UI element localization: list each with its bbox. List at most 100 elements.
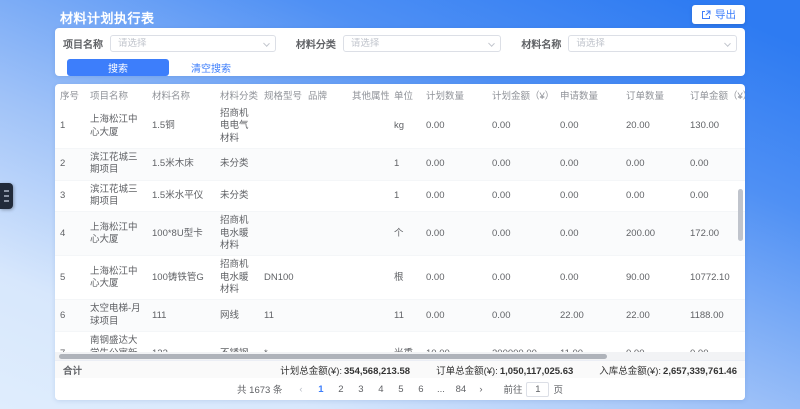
table-cell: 米重 — [389, 332, 421, 352]
table-cell — [347, 300, 389, 332]
table-cell: 0.00 — [555, 256, 621, 300]
table-cell — [259, 105, 303, 149]
table-cell: 11 — [389, 300, 421, 332]
table-cell: 0.00 — [487, 212, 555, 256]
material-filter-label: 材料名称 — [521, 36, 561, 51]
table-cell: 100*8U型卡 — [147, 212, 215, 256]
table-cell: 4 — [55, 212, 85, 256]
page-button[interactable]: 1 — [313, 382, 328, 397]
table-cell: 0.00 — [421, 149, 487, 181]
table-cell: 200000.00 — [487, 332, 555, 352]
page-button[interactable]: 5 — [393, 382, 408, 397]
table-cell: DN100 — [259, 256, 303, 300]
table-cell: 0.00 — [555, 212, 621, 256]
table-cell: 招商机电水暖材料 — [215, 212, 259, 256]
results-table-panel: 序号项目名称材料名称材料分类规格型号品牌其他属性单位计划数量计划金额（¥）申请数… — [55, 84, 745, 400]
table-cell: 10772.10 — [685, 256, 745, 300]
table-cell: 1188.00 — [685, 300, 745, 332]
column-header: 其他属性 — [347, 84, 389, 105]
table-cell: 1.5米木床 — [147, 149, 215, 181]
goto-page-input[interactable] — [526, 382, 549, 397]
project-select[interactable] — [110, 35, 276, 52]
table-cell: 根 — [389, 256, 421, 300]
table-cell — [259, 212, 303, 256]
horizontal-scrollbar-track[interactable] — [55, 352, 745, 360]
table-cell: 20.00 — [621, 105, 685, 149]
export-icon — [701, 10, 711, 20]
page-ellipsis[interactable]: ... — [433, 382, 448, 397]
table-cell: 0.00 — [421, 256, 487, 300]
column-header: 单位 — [389, 84, 421, 105]
table-cell — [347, 212, 389, 256]
table-cell — [347, 149, 389, 181]
category-select-input[interactable] — [351, 38, 485, 49]
table-cell: 0.00 — [487, 105, 555, 149]
horizontal-scrollbar-thumb[interactable] — [59, 354, 607, 359]
table-cell: 0.00 — [421, 212, 487, 256]
filter-panel: 项目名称 材料分类 材料名称 搜索 清空搜索 — [55, 28, 745, 76]
table-cell: 0.00 — [487, 256, 555, 300]
page-button[interactable]: 3 — [353, 382, 368, 397]
table-cell: 7 — [55, 332, 85, 352]
project-select-input[interactable] — [118, 38, 259, 49]
column-header: 项目名称 — [85, 84, 147, 105]
category-select[interactable] — [343, 35, 502, 52]
material-select-input[interactable] — [576, 38, 720, 49]
category-filter-label: 材料分类 — [296, 36, 336, 51]
pagination: 共 1673 条 ‹ 123456...84 › 前往 页 — [55, 378, 745, 400]
chevron-down-icon — [489, 40, 496, 47]
page-button[interactable]: 6 — [413, 382, 428, 397]
project-filter-label: 项目名称 — [63, 36, 103, 51]
table-cell — [303, 256, 347, 300]
table-header-row: 序号项目名称材料名称材料分类规格型号品牌其他属性单位计划数量计划金额（¥）申请数… — [55, 84, 745, 105]
table-cell: * — [259, 332, 303, 352]
search-button[interactable]: 搜索 — [67, 59, 169, 76]
table-cell: 22.00 — [555, 300, 621, 332]
table-cell: 未分类 — [215, 180, 259, 212]
column-header: 序号 — [55, 84, 85, 105]
table-cell: 11.00 — [555, 332, 621, 352]
prev-page-button[interactable]: ‹ — [293, 382, 308, 397]
table-cell: 6 — [55, 300, 85, 332]
column-header: 计划数量 — [421, 84, 487, 105]
table-row: 6太空电梯-月球项目111网线11110.000.0022.0022.00118… — [55, 300, 745, 332]
column-header: 品牌 — [303, 84, 347, 105]
table-cell — [303, 332, 347, 352]
table-cell: 2 — [55, 149, 85, 181]
table-cell: 南钢盛达大学生公寓新建 — [85, 332, 147, 352]
table-cell: 个 — [389, 212, 421, 256]
table-cell — [347, 105, 389, 149]
table-cell — [347, 180, 389, 212]
order-total: 订单总金额(¥):1,050,117,025.63 — [436, 363, 573, 377]
goto-label: 前往 — [503, 382, 522, 396]
table-cell — [259, 149, 303, 181]
table-cell: 5 — [55, 256, 85, 300]
table-cell: 100铸铁管G — [147, 256, 215, 300]
table-cell: 123 — [147, 332, 215, 352]
table-row: 7南钢盛达大学生公寓新建123不锈钢*米重10.00200000.0011.00… — [55, 332, 745, 352]
table-cell: 1 — [389, 180, 421, 212]
page-button[interactable]: 4 — [373, 382, 388, 397]
table-cell: 10.00 — [421, 332, 487, 352]
clear-search-button[interactable]: 清空搜索 — [191, 60, 231, 75]
column-header: 订单数量 — [621, 84, 685, 105]
table-cell — [303, 300, 347, 332]
column-header: 规格型号 — [259, 84, 303, 105]
chevron-down-icon — [724, 40, 731, 47]
table-row: 4上海松江中心大厦100*8U型卡招商机电水暖材料个0.000.000.0020… — [55, 212, 745, 256]
export-label: 导出 — [715, 7, 736, 22]
material-select[interactable] — [568, 35, 737, 52]
vertical-scrollbar[interactable] — [738, 189, 743, 241]
next-page-button[interactable]: › — [473, 382, 488, 397]
table-row: 3滨江花城三期项目1.5米水平仪未分类10.000.000.000.000.00 — [55, 180, 745, 212]
inbound-total: 入库总金额(¥):2,657,339,761.46 — [599, 363, 737, 377]
table-cell: 0.00 — [487, 180, 555, 212]
collapsed-panel-tab[interactable] — [0, 183, 13, 209]
chevron-down-icon — [263, 40, 270, 47]
export-button[interactable]: 导出 — [692, 5, 745, 24]
table-cell: 上海松江中心大厦 — [85, 256, 147, 300]
page-button[interactable]: 2 — [333, 382, 348, 397]
page-button[interactable]: 84 — [453, 382, 468, 397]
table-cell — [303, 212, 347, 256]
totals-row: 合计 计划总金额(¥):354,568,213.58 订单总金额(¥):1,05… — [55, 360, 745, 378]
